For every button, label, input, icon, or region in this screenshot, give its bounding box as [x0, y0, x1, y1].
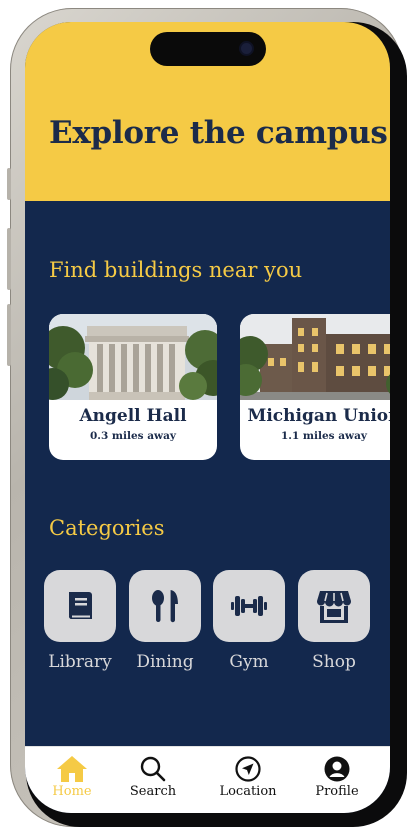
- location-arrow-icon: [235, 756, 261, 782]
- category-gym-label: Gym: [229, 652, 269, 672]
- building-card-angell-hall[interactable]: Angell Hall 0.3 miles away: [49, 314, 217, 460]
- card-distance: 1.1 miles away: [280, 430, 367, 442]
- front-camera: [241, 43, 252, 54]
- angell-hall-photo: [49, 314, 217, 400]
- categories-section-title: Categories: [49, 516, 165, 540]
- home-icon: [57, 756, 87, 782]
- page-title: Explore the campus: [49, 115, 388, 151]
- category-gym-button[interactable]: [213, 570, 285, 642]
- header: Explore the campus: [25, 22, 390, 201]
- store-icon: [316, 591, 352, 623]
- tab-profile[interactable]: Profile: [297, 755, 377, 807]
- category-library-button[interactable]: [44, 570, 116, 642]
- utensils-icon: [152, 590, 178, 623]
- volume-up-button: [7, 228, 11, 290]
- nearby-section-title: Find buildings near you: [49, 258, 303, 282]
- dumbbell-icon: [231, 596, 267, 616]
- tab-home[interactable]: Home: [32, 755, 112, 807]
- michigan-union-photo: [240, 314, 390, 400]
- category-library-label: Library: [48, 652, 112, 672]
- app-screen: Explore the campus Find buildings near y…: [25, 22, 390, 813]
- tab-label: Home: [52, 784, 92, 799]
- tab-label: Location: [219, 784, 277, 799]
- tab-label: Profile: [315, 784, 359, 799]
- tab-search[interactable]: Search: [113, 755, 193, 807]
- dynamic-island: [150, 32, 266, 66]
- tab-label: Search: [129, 784, 177, 799]
- card-distance: 0.3 miles away: [89, 430, 176, 442]
- profile-icon: [324, 756, 350, 782]
- building-card-michigan-union[interactable]: Michigan Union 1.1 miles away: [240, 314, 390, 460]
- action-button: [7, 168, 11, 200]
- search-icon: [140, 756, 166, 782]
- card-title: Angell Hall: [79, 406, 187, 426]
- volume-down-button: [7, 304, 11, 366]
- category-dining-button[interactable]: [129, 570, 201, 642]
- bottom-tab-bar: Home Search Location Profile: [25, 746, 390, 813]
- tab-location[interactable]: Location: [208, 755, 288, 807]
- category-shop-button[interactable]: [298, 570, 370, 642]
- category-shop-label: Shop: [312, 652, 356, 672]
- book-icon: [68, 592, 92, 620]
- card-title: Michigan Union: [247, 406, 390, 426]
- category-dining-label: Dining: [136, 652, 194, 672]
